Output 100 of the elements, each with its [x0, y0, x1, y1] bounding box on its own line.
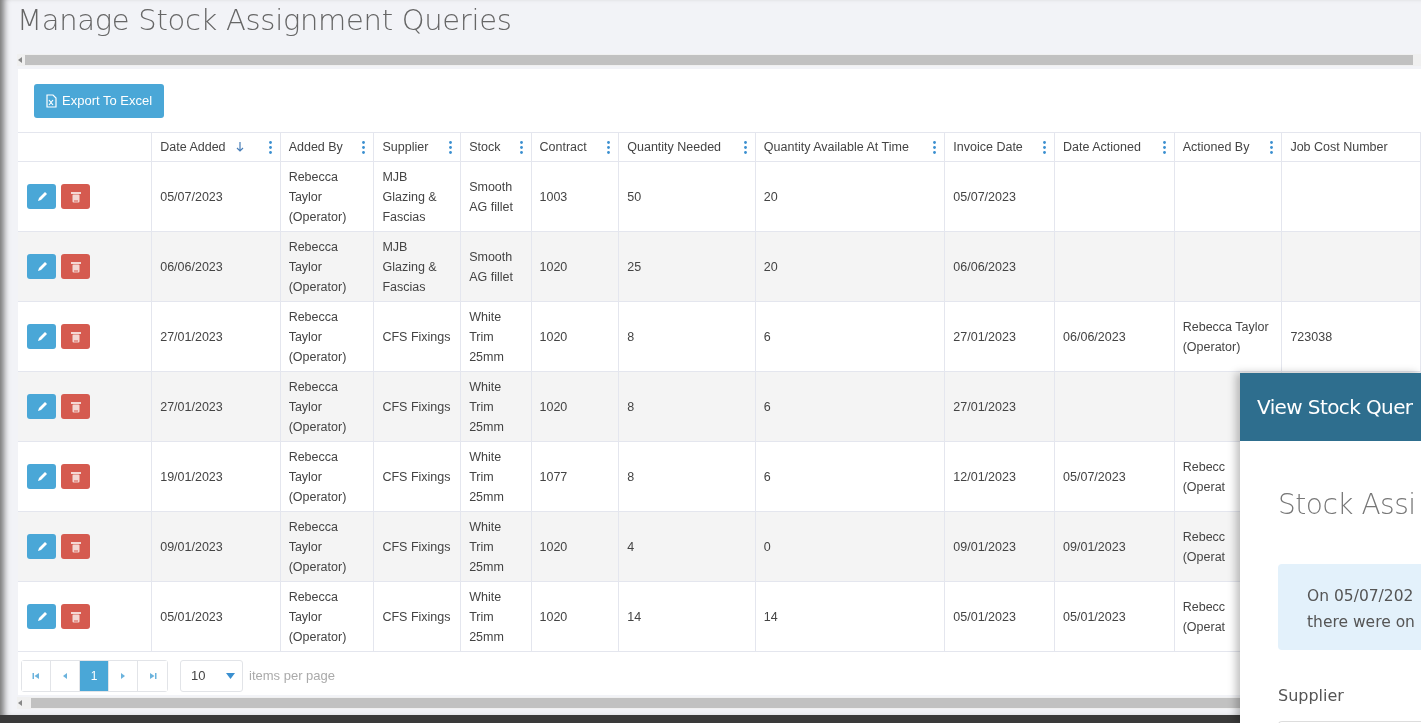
- page-size-label: items per page: [249, 668, 335, 683]
- delete-button[interactable]: [61, 184, 90, 209]
- column-header[interactable]: Stock: [460, 132, 531, 162]
- table-cell-text: 05/07/2023: [160, 189, 223, 204]
- column-menu-icon[interactable]: [607, 140, 611, 154]
- table-cell-text: Rebecca Taylor (Operator): [1182, 319, 1269, 354]
- dialog-heading: Stock Assi: [1278, 487, 1417, 523]
- table-cell-text: Smooth AG fillet: [469, 179, 513, 214]
- column-header[interactable]: Contract: [531, 132, 619, 162]
- column-title: Actioned By: [1182, 140, 1250, 154]
- table-cell-text: 14: [763, 609, 778, 624]
- previous-page-icon: [61, 671, 69, 680]
- column-title: Contract: [539, 140, 587, 154]
- column-title: Quantity Available At Time: [763, 140, 909, 154]
- delete-button[interactable]: [61, 324, 90, 349]
- trash-icon: [70, 330, 81, 343]
- table-cell-text: 1020: [539, 329, 568, 344]
- table-cell-text: 1020: [539, 399, 568, 414]
- table-cell-text: White Trim 25mm: [469, 379, 504, 434]
- column-header[interactable]: Supplier: [373, 132, 461, 162]
- edit-button[interactable]: [27, 534, 56, 559]
- table-cell-text: 05/01/2023: [160, 609, 223, 624]
- table-cell-text: 05/07/2023: [953, 189, 1016, 204]
- scrollbar-thumb[interactable]: [25, 55, 1413, 65]
- page-size-select[interactable]: 10: [180, 659, 243, 692]
- delete-button[interactable]: [61, 464, 90, 489]
- table-cell-text: 27/01/2023: [953, 399, 1016, 414]
- column-title: Invoice Date: [953, 140, 1023, 154]
- table-cell-text: 06/06/2023: [1063, 329, 1126, 344]
- table-cell-text: Rebecca Taylor (Operator): [288, 519, 347, 574]
- table-cell-text: Rebecca Taylor (Operator): [288, 239, 347, 294]
- column-menu-icon[interactable]: [268, 140, 272, 154]
- column-header[interactable]: Job Cost Number: [1281, 132, 1421, 162]
- delete-button[interactable]: [61, 534, 90, 559]
- trash-icon: [70, 190, 81, 203]
- pencil-icon: [35, 400, 48, 413]
- column-menu-icon[interactable]: [1270, 140, 1274, 154]
- table-cell-text: Rebecc (Operat: [1182, 529, 1226, 564]
- first-page-icon: [32, 671, 40, 680]
- table-cell-text: 05/01/2023: [1063, 609, 1126, 624]
- table-cell-text: 6: [763, 399, 771, 414]
- column-menu-icon[interactable]: [933, 140, 937, 154]
- column-menu-icon[interactable]: [1043, 140, 1047, 154]
- edit-button[interactable]: [27, 324, 56, 349]
- table-cell-text: CFS Fixings: [382, 609, 451, 624]
- delete-button[interactable]: [61, 394, 90, 419]
- table-cell-text: Rebecca Taylor (Operator): [288, 379, 347, 434]
- table-cell-text: 27/01/2023: [160, 329, 223, 344]
- table-cell-text: CFS Fixings: [382, 399, 451, 414]
- delete-button[interactable]: [61, 604, 90, 629]
- column-header[interactable]: Actioned By: [1174, 132, 1282, 162]
- table-cell-text: 4: [627, 539, 635, 554]
- pencil-icon: [35, 540, 48, 553]
- table-cell-text: Rebecca Taylor (Operator): [288, 589, 347, 644]
- sort-down-icon[interactable]: [235, 142, 244, 152]
- column-menu-icon[interactable]: [362, 140, 366, 154]
- page-title: Manage Stock Assignment Queries: [17, 2, 513, 39]
- column-header[interactable]: Quantity Available At Time: [755, 132, 945, 162]
- column-title: Date Added: [160, 140, 226, 154]
- column-header[interactable]: Date Added: [151, 132, 281, 162]
- table-cell-text: 0: [763, 539, 771, 554]
- last-page-icon: [148, 671, 157, 680]
- table-cell-text: 20: [763, 259, 778, 274]
- pencil-icon: [35, 610, 48, 623]
- table-cell-text: MJB Glazing & Fascias: [382, 169, 437, 224]
- table-cell-text: 05/07/2023: [1063, 469, 1126, 484]
- edit-button[interactable]: [27, 604, 56, 629]
- edit-button[interactable]: [27, 464, 56, 489]
- column-menu-icon[interactable]: [449, 140, 453, 154]
- table-cell-text: White Trim 25mm: [469, 519, 504, 574]
- column-menu-icon[interactable]: [1162, 140, 1166, 154]
- scroll-left-icon[interactable]: [17, 56, 25, 64]
- table-cell-text: 09/01/2023: [160, 539, 223, 554]
- table-cell-text: 1020: [539, 259, 568, 274]
- delete-button[interactable]: [61, 254, 90, 279]
- edit-button[interactable]: [27, 394, 56, 419]
- column-header[interactable]: Date Actioned: [1054, 132, 1175, 162]
- info-message: On 05/07/202 there were on: [1278, 564, 1421, 650]
- column-title: Stock: [469, 140, 501, 154]
- table-cell-text: 20: [763, 189, 778, 204]
- scroll-left-icon[interactable]: [17, 699, 25, 707]
- caret-down-icon: [226, 672, 235, 679]
- pencil-icon: [35, 470, 48, 483]
- table-cell-text: White Trim 25mm: [469, 589, 504, 644]
- edit-button[interactable]: [27, 184, 56, 209]
- column-header[interactable]: Quantity Needed: [618, 132, 756, 162]
- first-page-button[interactable]: [22, 660, 51, 691]
- table-cell-text: 8: [627, 469, 635, 484]
- column-header[interactable]: Invoice Date: [944, 132, 1055, 162]
- column-menu-icon[interactable]: [519, 140, 523, 154]
- table-cell-text: Smooth AG fillet: [469, 249, 513, 284]
- edit-button[interactable]: [27, 254, 56, 279]
- pencil-icon: [35, 190, 48, 203]
- table-cell-text: White Trim 25mm: [469, 449, 504, 504]
- table-cell-text: 1020: [539, 609, 568, 624]
- column-menu-icon[interactable]: [743, 140, 747, 154]
- next-page-icon: [119, 671, 127, 680]
- column-header[interactable]: Added By: [280, 132, 374, 162]
- column-title: Date Actioned: [1063, 140, 1141, 154]
- table-cell-text: 723038: [1290, 329, 1333, 344]
